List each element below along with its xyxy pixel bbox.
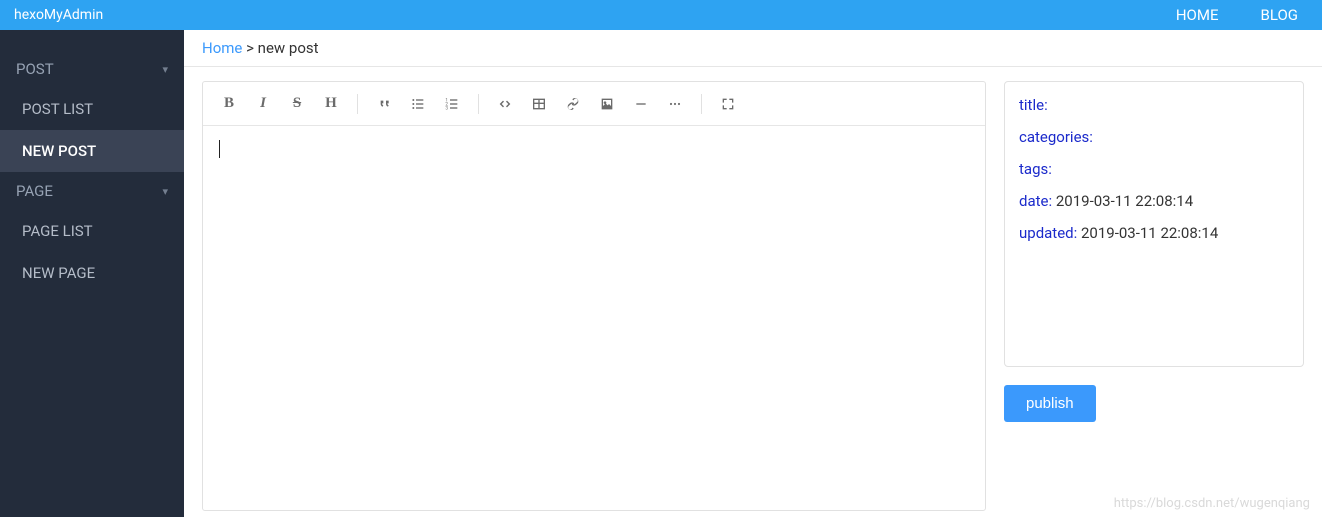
fullscreen-button[interactable] <box>714 90 742 118</box>
editor-toolbar: B I S H 123 <box>203 82 985 126</box>
meta-updated-label: updated: <box>1019 224 1077 242</box>
table-icon <box>531 96 547 112</box>
code-button[interactable] <box>491 90 519 118</box>
image-icon <box>599 96 615 112</box>
italic-glyph: I <box>260 95 266 112</box>
meta-updated: updated: 2019-03-11 22:08:14 <box>1019 224 1289 242</box>
meta-categories-label: categories: <box>1019 128 1093 146</box>
code-icon <box>497 96 513 112</box>
meta-updated-value: 2019-03-11 22:08:14 <box>1077 224 1218 242</box>
link-button[interactable] <box>559 90 587 118</box>
toolbar-separator <box>701 94 702 114</box>
sidebar-group-label: PAGE <box>16 182 53 200</box>
sidebar-group-post[interactable]: POST ▾ <box>0 50 184 88</box>
meta-title: title: <box>1019 96 1289 114</box>
quote-icon <box>376 96 392 112</box>
topnav: HOME BLOG <box>1176 6 1308 24</box>
content: B I S H 123 <box>184 67 1322 525</box>
strike-glyph: S <box>293 95 301 112</box>
link-icon <box>565 96 581 112</box>
main: Home > new post B I S H 123 <box>184 30 1322 517</box>
bold-glyph: B <box>224 95 234 112</box>
meta-categories: categories: <box>1019 128 1289 146</box>
toolbar-separator <box>478 94 479 114</box>
side-panel: title: categories: tags: date: 2019-03-1… <box>1004 81 1304 511</box>
hr-button[interactable] <box>627 90 655 118</box>
meta-date: date: 2019-03-11 22:08:14 <box>1019 192 1289 210</box>
toolbar-separator <box>357 94 358 114</box>
breadcrumb-current: new post <box>258 39 319 57</box>
table-button[interactable] <box>525 90 553 118</box>
meta-date-value: 2019-03-11 22:08:14 <box>1052 192 1193 210</box>
app-brand: hexoMyAdmin <box>14 7 103 23</box>
list-ul-icon <box>410 96 426 112</box>
nav-home[interactable]: HOME <box>1176 6 1219 24</box>
sidebar-item-post-list[interactable]: POST LIST <box>0 88 184 130</box>
minus-icon <box>633 96 649 112</box>
shell: POST ▾ POST LIST NEW POST PAGE ▾ PAGE LI… <box>0 30 1322 517</box>
list-ol-icon: 123 <box>444 96 460 112</box>
meta-card: title: categories: tags: date: 2019-03-1… <box>1004 81 1304 367</box>
ellipsis-icon <box>667 96 683 112</box>
breadcrumb-home[interactable]: Home <box>202 39 242 57</box>
meta-tags-label: tags: <box>1019 160 1052 178</box>
heading-button[interactable]: H <box>317 90 345 118</box>
chevron-down-icon: ▾ <box>162 185 168 198</box>
strike-button[interactable]: S <box>283 90 311 118</box>
heading-glyph: H <box>325 95 337 112</box>
italic-button[interactable]: I <box>249 90 277 118</box>
sidebar-group-page[interactable]: PAGE ▾ <box>0 172 184 210</box>
nav-blog[interactable]: BLOG <box>1261 6 1299 24</box>
text-cursor <box>219 140 220 158</box>
breadcrumb-sep: > <box>242 39 257 57</box>
topbar: hexoMyAdmin HOME BLOG <box>0 0 1322 30</box>
sidebar-group-label: POST <box>16 60 54 78</box>
editor-card: B I S H 123 <box>202 81 986 511</box>
sidebar-item-page-list[interactable]: PAGE LIST <box>0 210 184 252</box>
bold-button[interactable]: B <box>215 90 243 118</box>
meta-title-label: title: <box>1019 96 1048 114</box>
expand-icon <box>720 96 736 112</box>
breadcrumb: Home > new post <box>184 30 1322 67</box>
quote-button[interactable] <box>370 90 398 118</box>
ul-button[interactable] <box>404 90 432 118</box>
more-button[interactable] <box>661 90 689 118</box>
ol-button[interactable]: 123 <box>438 90 466 118</box>
meta-tags: tags: <box>1019 160 1289 178</box>
sidebar-item-new-page[interactable]: NEW PAGE <box>0 252 184 294</box>
image-button[interactable] <box>593 90 621 118</box>
sidebar: POST ▾ POST LIST NEW POST PAGE ▾ PAGE LI… <box>0 30 184 517</box>
sidebar-item-new-post[interactable]: NEW POST <box>0 130 184 172</box>
editor-textarea[interactable] <box>203 126 985 510</box>
svg-text:3: 3 <box>445 105 448 111</box>
meta-date-label: date: <box>1019 192 1052 210</box>
chevron-down-icon: ▾ <box>162 63 168 76</box>
publish-button[interactable]: publish <box>1004 385 1096 422</box>
